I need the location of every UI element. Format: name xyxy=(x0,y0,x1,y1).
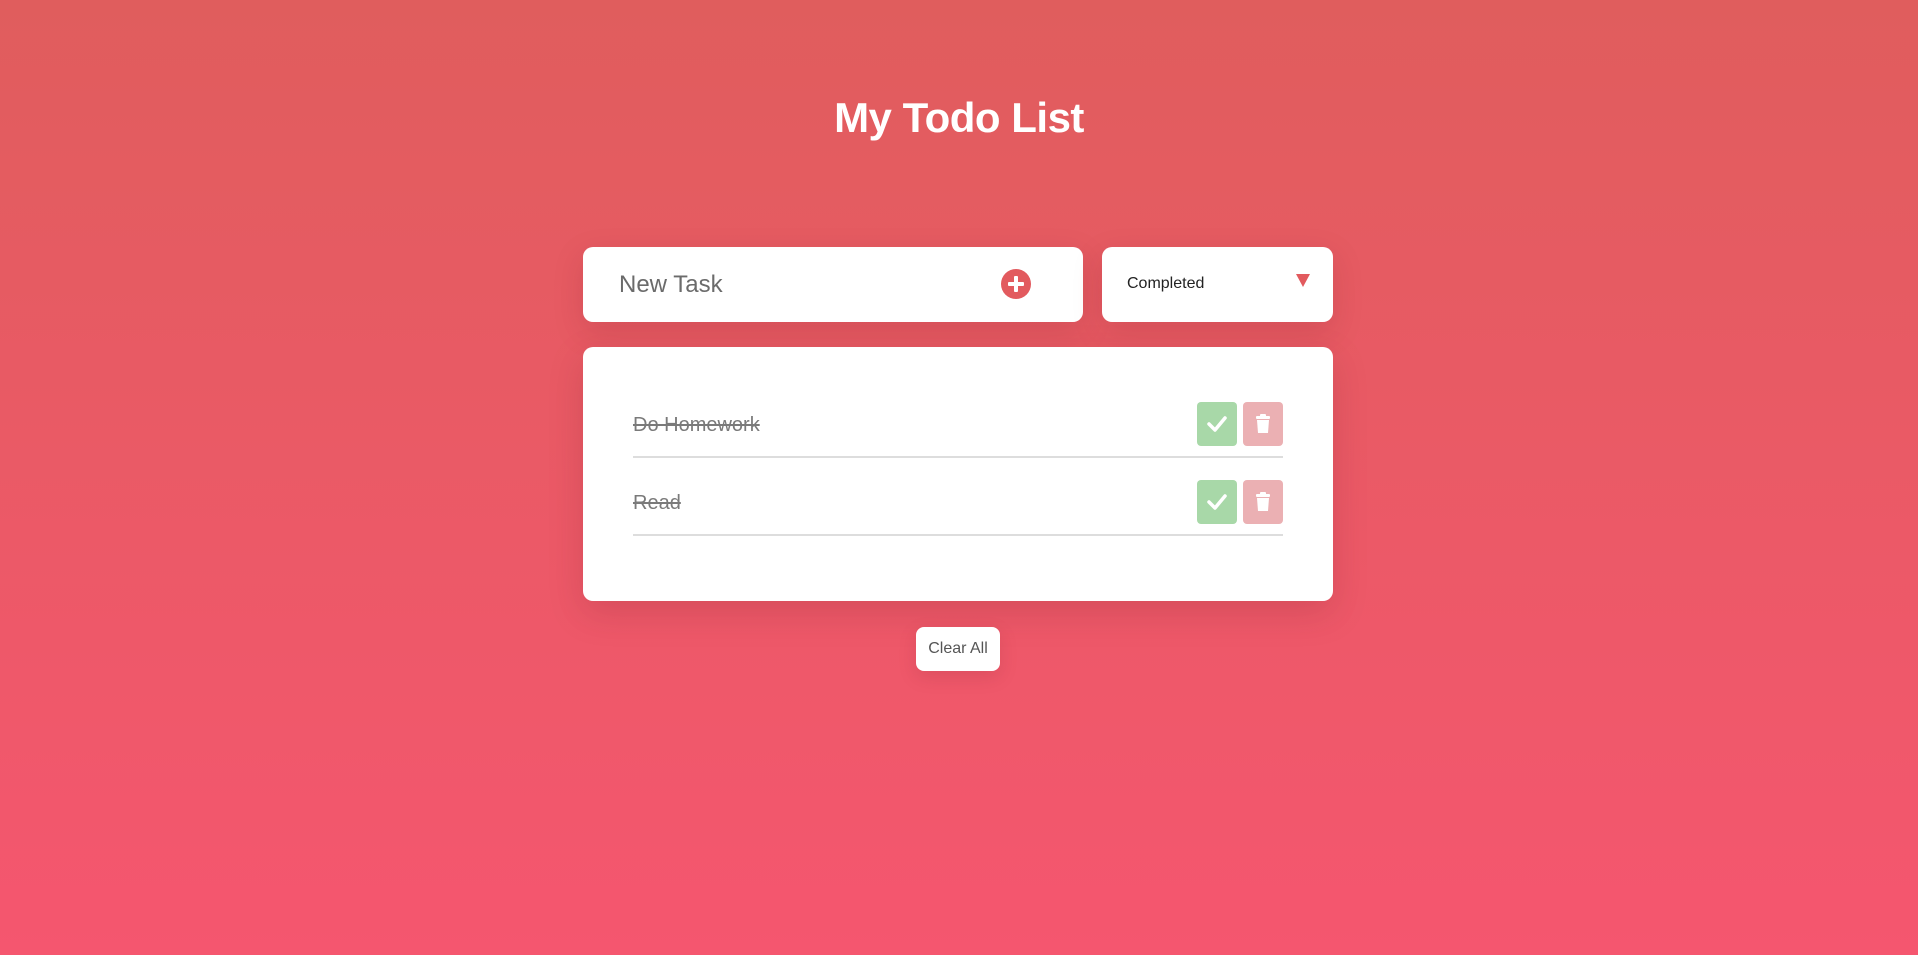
complete-button[interactable] xyxy=(1197,402,1237,446)
trash-icon xyxy=(1256,414,1270,433)
chevron-down-icon xyxy=(1296,274,1310,287)
new-task-input[interactable] xyxy=(619,267,959,303)
todo-item-text: Read xyxy=(633,492,681,514)
delete-button[interactable] xyxy=(1243,402,1283,446)
filter-selected-value: Completed xyxy=(1127,275,1205,292)
todo-item: Read xyxy=(633,474,1283,536)
new-task-form xyxy=(583,247,1083,322)
check-icon xyxy=(1207,416,1227,432)
todo-list: Do Homework Read xyxy=(583,347,1333,601)
page-title: My Todo List xyxy=(834,94,1084,141)
complete-button[interactable] xyxy=(1197,480,1237,524)
clear-all-button[interactable]: Clear All xyxy=(916,627,1000,671)
trash-icon xyxy=(1256,492,1270,511)
todo-item-text: Do Homework xyxy=(633,414,760,436)
filter-select[interactable]: Completed xyxy=(1102,247,1333,322)
check-icon xyxy=(1207,494,1227,510)
todo-item: Do Homework xyxy=(633,396,1283,458)
add-task-button[interactable] xyxy=(1001,269,1031,299)
delete-button[interactable] xyxy=(1243,480,1283,524)
